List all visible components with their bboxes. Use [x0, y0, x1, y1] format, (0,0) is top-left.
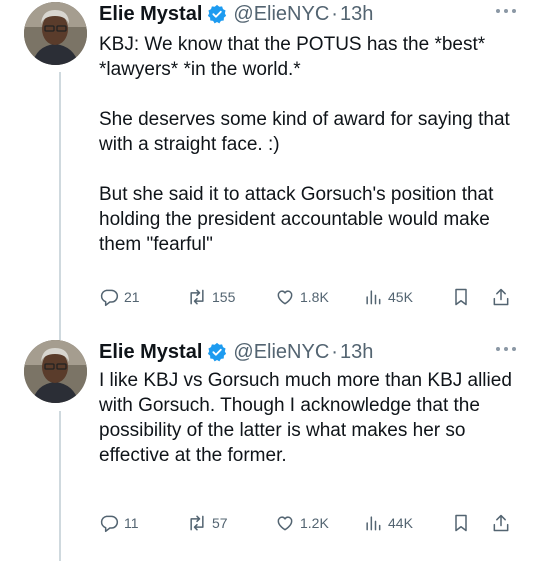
reply-button[interactable]: 21	[99, 285, 140, 309]
repost-icon	[190, 289, 204, 305]
repost-button[interactable]: 57	[187, 511, 228, 535]
author-handle[interactable]: @ElieNYC	[233, 341, 329, 364]
more-icon[interactable]	[496, 346, 516, 352]
share-icon	[493, 514, 509, 532]
tweet-paragraph: KBJ: We know that the POTUS has the *bes…	[99, 34, 486, 80]
views-button[interactable]: 45K	[363, 285, 413, 309]
separator-dot: ·	[331, 2, 338, 25]
share-button[interactable]	[491, 511, 516, 535]
tweet-text: KBJ: We know that the POTUS has the *bes…	[99, 32, 519, 257]
action-bar: 11 57 1.2K 44K	[99, 511, 519, 535]
views-button[interactable]: 44K	[363, 511, 413, 535]
share-button[interactable]	[491, 285, 516, 309]
reply-count: 21	[124, 289, 140, 305]
tweet[interactable]: Elie Mystal @ElieNYC · 13h KBJ: We know …	[0, 0, 540, 330]
author-name[interactable]: Elie Mystal	[99, 3, 202, 26]
views-count: 44K	[388, 515, 413, 531]
reply-icon	[100, 289, 119, 307]
tweet-paragraph: She deserves some kind of award for sayi…	[99, 109, 510, 155]
tweet[interactable]: Elie Mystal @ElieNYC · 13h I like KBJ vs…	[0, 338, 540, 561]
separator-dot: ·	[331, 340, 338, 363]
bookmark-icon	[455, 514, 467, 532]
timestamp[interactable]: 13h	[340, 3, 373, 26]
views-icon	[366, 516, 381, 531]
reply-icon	[100, 515, 119, 533]
repost-button[interactable]: 155	[187, 285, 235, 309]
bookmark-button[interactable]	[451, 511, 476, 535]
bookmark-button[interactable]	[451, 285, 476, 309]
tweet-text: I like KBJ vs Gorsuch much more than KBJ…	[99, 368, 519, 468]
like-icon	[277, 516, 293, 531]
repost-count: 155	[212, 289, 236, 305]
like-count: 1.8K	[300, 289, 329, 305]
author-name[interactable]: Elie Mystal	[99, 341, 202, 364]
avatar[interactable]	[24, 2, 87, 65]
bookmark-icon	[455, 288, 467, 306]
like-icon	[277, 290, 293, 305]
tweet-paragraph: But she said it to attack Gorsuch's posi…	[99, 184, 494, 255]
timestamp[interactable]: 13h	[340, 341, 373, 364]
author-handle[interactable]: @ElieNYC	[233, 3, 329, 26]
reply-button[interactable]: 11	[99, 511, 139, 535]
repost-count: 57	[212, 515, 228, 531]
avatar[interactable]	[24, 340, 87, 403]
views-count: 45K	[388, 289, 413, 305]
share-icon	[493, 288, 509, 306]
like-count: 1.2K	[300, 515, 329, 531]
reply-count: 11	[124, 515, 139, 531]
repost-icon	[190, 515, 204, 531]
verified-badge-icon	[208, 342, 227, 362]
more-icon[interactable]	[496, 8, 516, 14]
views-icon	[366, 290, 381, 305]
tweet-paragraph: I like KBJ vs Gorsuch much more than KBJ…	[99, 370, 512, 466]
action-bar: 21 155 1.8K 45K	[99, 285, 519, 309]
tweet-header: Elie Mystal @ElieNYC · 13h	[99, 338, 373, 366]
like-button[interactable]: 1.2K	[275, 511, 329, 535]
like-button[interactable]: 1.8K	[275, 285, 329, 309]
tweet-header: Elie Mystal @ElieNYC · 13h	[99, 0, 373, 28]
verified-badge-icon	[208, 4, 227, 24]
